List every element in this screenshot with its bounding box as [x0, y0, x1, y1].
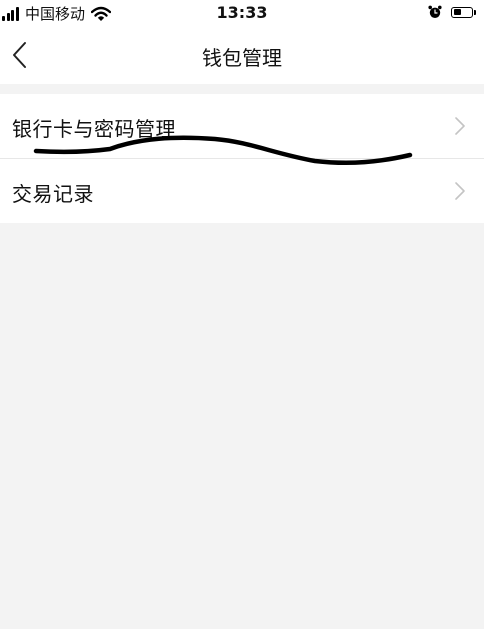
chevron-right-icon: [455, 182, 465, 200]
menu-item-transaction-records[interactable]: 交易记录: [0, 158, 484, 223]
page-title: 钱包管理: [202, 46, 282, 70]
menu-item-bank-card-password[interactable]: 银行卡与密码管理: [0, 94, 484, 158]
status-time: 13:33: [216, 3, 268, 22]
navigation-bar: 钱包管理: [0, 28, 484, 84]
wallet-menu-list: 银行卡与密码管理 交易记录: [0, 94, 484, 223]
menu-item-label: 银行卡与密码管理: [12, 117, 176, 141]
battery-fill: [453, 9, 461, 15]
battery-tip: [474, 9, 476, 15]
menu-item-label: 交易记录: [12, 182, 94, 206]
alarm-clock-icon: [428, 5, 442, 18]
status-right: [428, 5, 476, 19]
status-bar: 中国移动 13:33: [0, 0, 484, 28]
chevron-right-icon: [455, 117, 465, 135]
battery-icon: [451, 6, 473, 18]
